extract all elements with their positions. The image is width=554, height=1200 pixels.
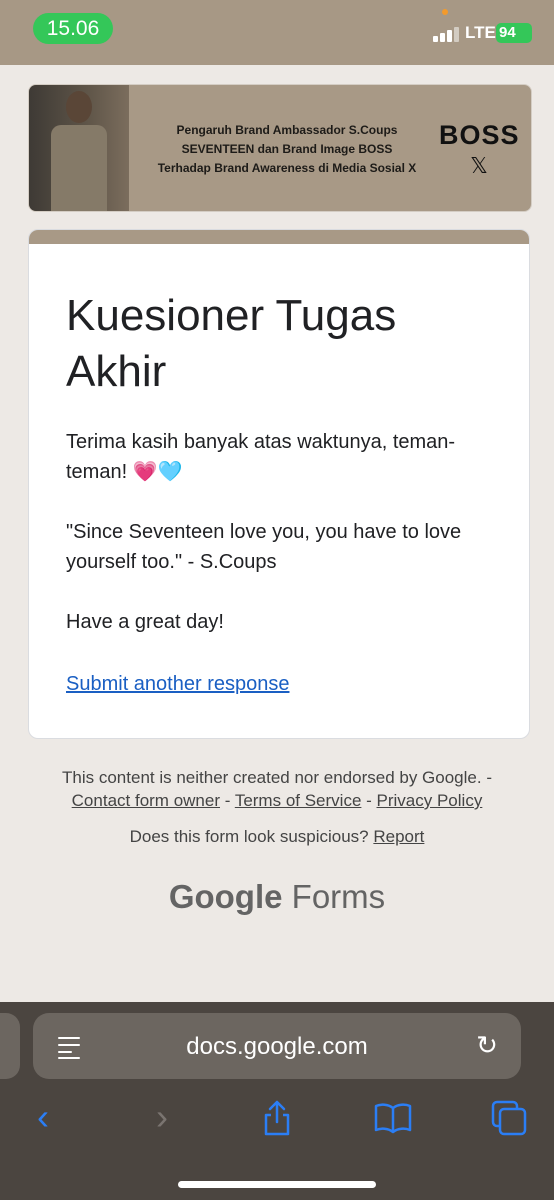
status-bar: 15.06 LTE 94 (0, 0, 554, 65)
banner-line: Terhadap Brand Awareness di Media Sosial… (157, 161, 417, 175)
boss-logo: BOSS (439, 120, 520, 150)
reload-icon[interactable]: ↻ (474, 1032, 500, 1058)
forms-wordmark: Forms (291, 878, 386, 915)
bookmarks-icon[interactable] (373, 1098, 413, 1138)
contact-form-owner-link[interactable]: Contact form owner (72, 791, 220, 810)
separator: - (361, 791, 377, 810)
network-type: LTE (465, 23, 496, 42)
form-header-banner: Pengaruh Brand Ambassador S.Coups SEVENT… (28, 84, 532, 212)
separator: - (220, 791, 235, 810)
confirmation-closing: Have a great day! (66, 611, 224, 633)
form-confirmation-card: Kuesioner Tugas Akhir Terima kasih banya… (28, 229, 530, 739)
form-title: Kuesioner Tugas Akhir (66, 291, 397, 396)
home-indicator (178, 1181, 376, 1188)
submit-another-response-link[interactable]: Submit another response (66, 673, 289, 696)
card-accent-bar (29, 230, 529, 244)
report-line: Does this form look suspicious? Report (0, 827, 554, 847)
location-indicator-icon (442, 9, 448, 15)
banner-text: Pengaruh Brand Ambassador S.Coups SEVENT… (137, 121, 437, 178)
google-wordmark: Google (168, 878, 283, 915)
status-time: 15.06 (33, 13, 113, 44)
tabs-icon[interactable] (489, 1098, 529, 1138)
disclaimer-text: This content is neither created nor endo… (62, 768, 492, 787)
x-logo-icon: 𝕏 (470, 153, 488, 178)
google-forms-logo: Google Forms (0, 878, 554, 916)
battery-icon: 94 (496, 23, 532, 43)
share-icon-svg (264, 1100, 290, 1136)
suspicious-text: Does this form look suspicious? (129, 827, 369, 846)
banner-photo (29, 85, 129, 211)
confirmation-quote: "Since Seventeen love you, you have to l… (66, 521, 462, 573)
back-icon[interactable]: ‹ (23, 1098, 63, 1138)
bookmarks-icon-svg (374, 1103, 412, 1134)
person-head (66, 91, 92, 123)
confirmation-message: Terima kasih banyak atas waktunya, teman… (66, 431, 456, 483)
forward-icon[interactable]: › (142, 1098, 182, 1138)
share-icon[interactable] (257, 1098, 297, 1138)
signal-icon (433, 26, 461, 42)
privacy-policy-link[interactable]: Privacy Policy (377, 791, 483, 810)
url-text[interactable]: docs.google.com (33, 1033, 521, 1061)
previous-tab[interactable] (0, 1013, 20, 1079)
banner-line: SEVENTEEN dan Brand Image BOSS (181, 142, 393, 156)
footer-disclaimer: This content is neither created nor endo… (0, 766, 554, 812)
person-body (51, 125, 107, 211)
battery-level: 94 (499, 24, 516, 41)
tabs-icon-svg (491, 1100, 527, 1136)
banner-line: Pengaruh Brand Ambassador S.Coups (176, 123, 398, 137)
terms-of-service-link[interactable]: Terms of Service (235, 791, 362, 810)
report-link[interactable]: Report (373, 827, 424, 846)
